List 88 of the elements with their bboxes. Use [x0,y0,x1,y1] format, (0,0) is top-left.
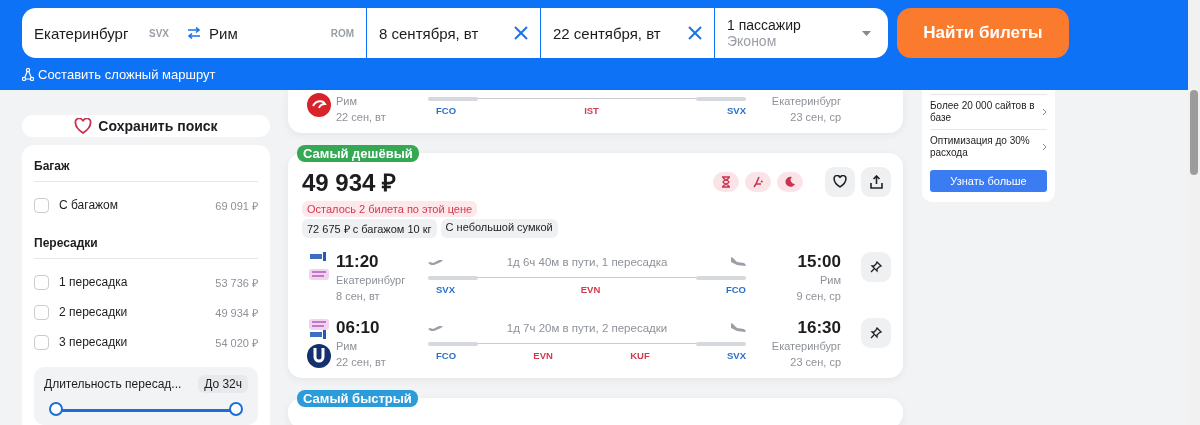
date-field[interactable]: 22 сентября, вт [540,8,714,58]
airport-code: FCO [436,350,457,361]
airport-code: SVX [726,105,746,116]
takeoff-icon [428,324,444,332]
airport-code: EVN [533,350,553,361]
checkbox[interactable] [34,334,49,350]
airport-code: IST [584,105,599,116]
flight-duration: 1д 6ч 40м в пути, 1 пересадка [506,256,668,268]
arrival-time: 16:30 [797,318,841,338]
slider-handle[interactable] [49,402,63,416]
filter-heading: Багаж [34,158,71,175]
info-tag: С небольшой сумкой [440,219,558,238]
share-button[interactable] [861,166,891,197]
checkbox[interactable] [34,197,49,213]
arrival-date: 9 сен, ср [796,289,841,304]
departure-date: 22 сен, вт [336,110,387,125]
filter-option-price: 53 736 ₽ [215,275,258,290]
arrival-city: Рим [819,273,841,288]
duration-label: Длительность пересад... [44,377,182,391]
seat-icon [745,171,771,192]
checkbox[interactable] [34,304,49,320]
landing-icon [730,257,746,267]
badge: Самый быстрый [297,390,418,407]
filter-heading: Пересадки [34,235,99,252]
chevron-icon [1042,108,1047,116]
destination-field[interactable]: Рим ROM [207,8,366,58]
departure-date: 22 сен, вт [336,355,387,370]
arrival-time: 15:00 [797,252,841,272]
arrival-date: 23 сен, ср [790,110,841,125]
filter-option-price: 49 934 ₽ [215,305,258,320]
moon-icon [777,171,803,192]
airline-logo-icon [307,93,331,117]
complex-route-link[interactable]: Составить сложный маршрут [22,67,216,82]
departure-time: 06:10 [336,318,381,338]
departure-time: 11:20 [336,252,380,272]
heart-icon [833,175,847,188]
airport-code: SVX [436,284,455,295]
promo-item[interactable]: Оптимизация до 30% расхода [930,129,1047,164]
departure-city: Екатеринбург [336,273,407,288]
date-field[interactable]: 8 сентября, вт [366,8,540,58]
airport-code: KUF [630,350,650,361]
arrival-date: 23 сен, ср [790,355,841,370]
arrival-city: Екатеринбург [771,94,841,109]
airport-code: FCO [725,284,746,295]
promo-item[interactable]: Более 20 000 сайтов в базе [930,94,1047,129]
heart-icon [74,118,93,134]
filter-option-label[interactable]: 1 пересадка [59,275,216,289]
price: 49 934 ₽ [302,168,397,198]
departure-city: Рим [336,339,359,354]
ticket-card[interactable]: Рим 22 сен, вт FCO IST SVX Екатеринбург 23 сен, ср [288,90,903,133]
close-icon[interactable] [688,26,702,40]
save-search-button[interactable]: Сохранить поиск [22,115,270,137]
pin-button[interactable] [861,252,891,282]
chevron-icon [1042,143,1047,151]
filter-option-label[interactable]: 2 пересадки [59,305,216,319]
pin-icon [870,327,882,339]
origin-field[interactable]: Екатеринбург SVX [22,8,181,58]
takeoff-icon [428,258,444,266]
favorite-button[interactable] [825,166,855,197]
departure-date: 8 сен, вт [336,289,381,304]
duration-value: До 32ч [198,375,248,393]
warning-tag: Осталось 2 билета по этой цене [302,201,478,217]
filter-option-price: 54 020 ₽ [215,335,258,350]
filter-option-price: 69 091 ₽ [215,198,258,213]
slider-handle[interactable] [229,402,243,416]
pin-icon [870,261,882,273]
landing-icon [730,323,746,333]
departure-city: Рим [336,94,359,109]
filter-option-label[interactable]: С багажом [59,198,216,212]
badge: Самый дешёвый [297,145,419,162]
airline-logo-icon [306,318,332,370]
route-icon [22,68,34,81]
flight-duration: 1д 7ч 20м в пути, 2 пересадки [506,322,668,334]
info-tag: 72 675 ₽ с багажом 10 кг [302,219,437,238]
pin-button[interactable] [861,318,891,348]
hourglass-icon [713,171,739,192]
close-icon[interactable] [514,26,528,40]
arrival-city: Екатеринбург [771,339,841,354]
filter-option-label[interactable]: 3 пересадки [59,335,216,349]
learn-more-button[interactable]: Узнать больше [930,170,1047,192]
airport-code: EVN [580,284,601,295]
airport-code: FCO [436,105,457,116]
caret-icon [862,30,871,36]
scrollbar[interactable] [1188,0,1200,425]
share-icon [869,174,883,189]
passengers-field[interactable]: 1 пассажир Эконом [714,8,887,58]
checkbox[interactable] [34,274,49,290]
airport-code: SVX [727,350,746,361]
